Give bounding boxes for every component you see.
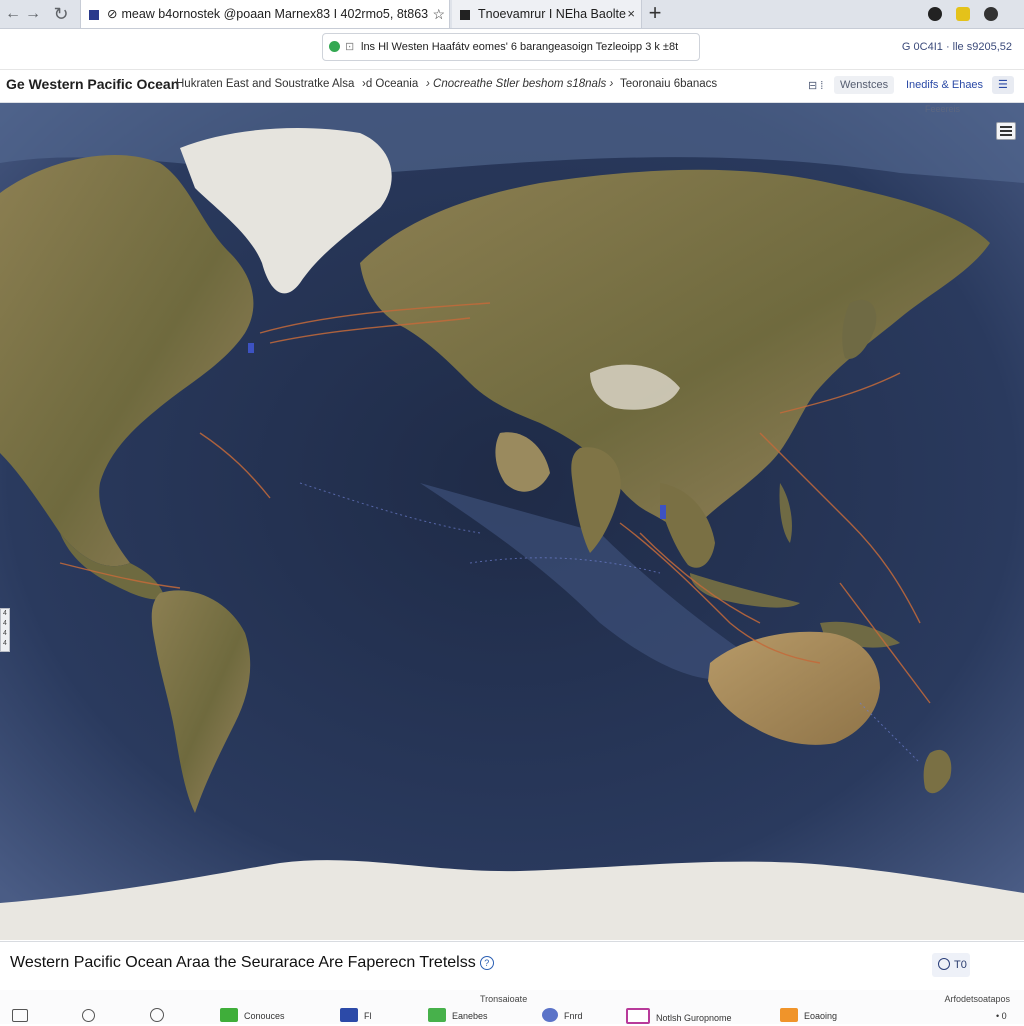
dock-right-label: Arfodetsoatapos <box>944 994 1010 1004</box>
browser-tab-strip: ← → ↻ ⊘ meaw b4ornostek @poaan Marnex83 I… <box>0 0 1024 29</box>
bottom-dock: Tronsaioate Arfodetsoatapos Conouces Fl … <box>0 990 1024 1024</box>
document-icon <box>340 1008 358 1022</box>
tab-favicon-icon <box>460 9 470 20</box>
dock-item-label: Conouces <box>244 1011 285 1021</box>
new-tab-button[interactable]: + <box>644 0 666 28</box>
app-icon <box>780 1008 798 1022</box>
dock-item-label: Eanebes <box>452 1011 488 1021</box>
breadcrumb-item[interactable]: ›d Oceania <box>362 70 418 98</box>
reload-button[interactable]: ↻ <box>50 3 72 25</box>
dock-item-fl[interactable]: Fl <box>340 1008 372 1024</box>
dock-item-search[interactable] <box>82 1008 101 1024</box>
zoom-control[interactable]: 4 4 4 4 <box>0 608 10 652</box>
caption-label: Western Pacific Ocean Araa the Seurarace… <box>10 954 476 971</box>
info-icon[interactable]: ? <box>479 956 494 970</box>
extension-icon[interactable] <box>956 7 970 21</box>
tab-active[interactable]: ⊘ meaw b4ornostek @poaan Marnex83 I 402rm… <box>80 0 450 28</box>
dock-item-eoaoing[interactable]: Eoaoing <box>780 1008 837 1024</box>
menu-icon[interactable]: ☰ <box>992 76 1014 94</box>
coordinates-readout: G 0C4I1 · lle s9205,52 <box>901 41 1012 53</box>
friends-tab[interactable]: Inedifs & Ehaes <box>900 76 990 94</box>
secure-lock-icon <box>329 41 340 52</box>
dock-item-label: Fl <box>364 1011 372 1021</box>
dock-item-share[interactable] <box>150 1008 170 1024</box>
map-sublabel: Feeereis <box>924 104 960 114</box>
extension-icon[interactable] <box>984 7 998 21</box>
dock-item-conouces[interactable]: Conouces <box>220 1008 285 1024</box>
dock-item-print[interactable] <box>12 1008 34 1024</box>
dock-item-label: Notlsh Guropnome <box>656 1013 732 1023</box>
breadcrumb: Ge Western Pacific Ocean Hukraten East a… <box>0 70 1024 103</box>
back-button[interactable]: ← <box>2 3 24 25</box>
address-bar-row: ⊡ lns Hl Westen Haafátv eomes' 6 barange… <box>0 29 1024 70</box>
dock-item-eanebes[interactable]: Eanebes <box>428 1008 488 1024</box>
tab-close-icon[interactable]: × <box>627 0 635 28</box>
breadcrumb-item[interactable]: Hukraten East and Soustratke Alsa <box>176 70 354 98</box>
site-info-icon[interactable]: ⊡ <box>345 34 354 60</box>
bookmark-star-icon[interactable]: ☆ <box>432 0 445 28</box>
dock-item-label: Eoaoing <box>804 1011 838 1021</box>
tab-title: meaw b4ornostek @poaan Marnex83 I 402rmo… <box>121 7 429 21</box>
dock-center-label: Tronsaioate <box>480 994 528 1004</box>
clock-icon <box>938 958 950 970</box>
dock-item-notlsh[interactable]: Notlsh Guropnome <box>626 1008 732 1024</box>
layers-button[interactable] <box>996 122 1016 140</box>
dock-item-fnrd[interactable]: Fnrd <box>542 1008 583 1024</box>
tab-title: Tnoevamrur I NEha Baolte <box>478 7 626 21</box>
share-icon <box>150 1008 164 1022</box>
breadcrumb-item[interactable]: Teoronaiu 6banacs <box>620 70 717 98</box>
caption-bar: Western Pacific Ocean Araa the Seurarace… <box>0 941 1024 991</box>
extension-icon[interactable] <box>928 7 942 21</box>
caption-button-label: T0 <box>954 959 967 971</box>
page-title: Ge Western Pacific Ocean <box>6 76 180 92</box>
dock-status: • 0 <box>996 1011 1007 1021</box>
spreadsheet-icon <box>428 1008 446 1022</box>
breadcrumb-item[interactable]: › Cnocreathe Stler beshom s18nals › <box>426 70 613 98</box>
world-map[interactable] <box>0 103 1024 940</box>
address-text: lns Hl Westen Haafátv eomes' 6 barangeas… <box>361 41 679 53</box>
tab-favicon-icon <box>89 9 99 20</box>
tab-search-icon: ⊘ <box>107 7 118 21</box>
forward-button[interactable]: → <box>22 3 44 25</box>
app-icon <box>220 1008 238 1022</box>
search-icon <box>82 1009 95 1022</box>
caption-action-button[interactable]: T0 <box>932 953 970 977</box>
user-icon <box>542 1008 558 1022</box>
address-bar[interactable]: ⊡ lns Hl Westen Haafátv eomes' 6 barange… <box>322 33 700 61</box>
mail-icon <box>626 1008 650 1024</box>
tab-inactive[interactable]: Tnoevamrur I NEha Baolte × <box>452 0 642 28</box>
printer-icon <box>12 1009 28 1022</box>
websites-tab[interactable]: Wenstces <box>834 76 895 94</box>
panel-icon[interactable]: ⊟ ⁞ <box>808 72 823 100</box>
caption-text: Western Pacific Ocean Araa the Seurarace… <box>10 954 494 972</box>
dock-item-label: Fnrd <box>564 1011 583 1021</box>
